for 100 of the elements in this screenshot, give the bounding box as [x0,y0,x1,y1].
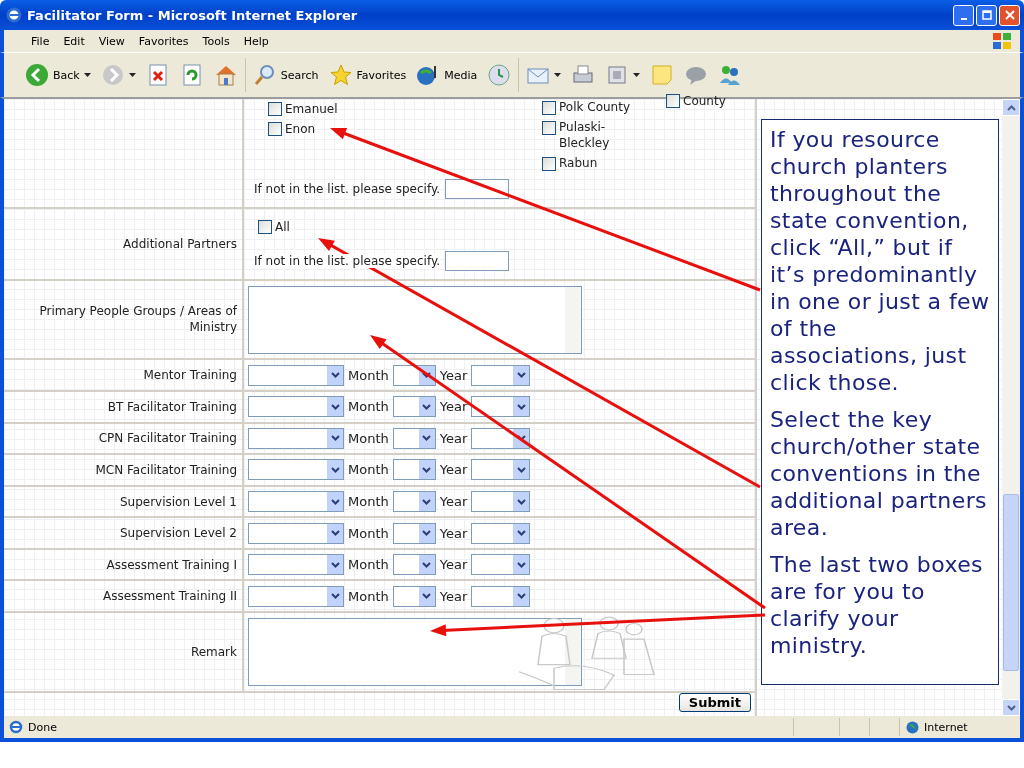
checkbox-label: Pulaski-Bleckley [559,119,611,151]
year-dropdown[interactable] [471,364,531,386]
checkbox-label: Polk County [559,99,631,115]
specify-label: If not in the list. please specify. [254,253,441,268]
forward-icon [100,63,125,87]
month-label: Month [348,430,389,446]
dropdown[interactable] [248,554,344,576]
chevron-down-icon [516,403,526,410]
month-label: Month [348,588,389,604]
checkbox-label: Rabun [559,155,599,171]
year-dropdown[interactable] [471,522,531,544]
dropdown[interactable] [248,491,344,512]
year-dropdown[interactable] [471,554,531,576]
search-icon [252,63,277,87]
checkbox[interactable] [268,102,282,116]
scroll-up-button[interactable] [1002,99,1020,116]
dropdown[interactable] [248,522,344,544]
chevron-down-icon [422,561,432,568]
month-dropdown[interactable] [392,585,436,607]
back-button[interactable]: Back [22,61,94,89]
checkbox-label: Enon [285,121,316,137]
year-dropdown[interactable] [471,491,531,512]
dropdown[interactable] [248,585,344,607]
chevron-down-icon [330,435,340,442]
chevron-down-icon [330,561,340,568]
text-area[interactable] [248,618,582,687]
menu-item[interactable]: View [91,34,132,48]
month-label: Month [348,367,389,383]
zone-text: Internet [924,720,968,734]
field-label: Additional Partners [123,236,237,252]
menu-item[interactable]: File [24,34,57,48]
year-label: Year [439,399,468,415]
browser-icon [6,7,22,23]
dropdown[interactable] [248,459,344,481]
dropdown[interactable] [248,396,344,418]
dropdown[interactable] [248,364,344,386]
year-label: Year [439,494,468,509]
month-label: Month [348,462,389,478]
chevron-down-icon [516,466,526,473]
chevron-down-icon [330,403,340,410]
menu-item[interactable]: Edit [56,34,92,48]
favorites-button[interactable]: Favorites [325,61,410,89]
scroll-thumb[interactable] [1003,494,1019,671]
month-label: Month [348,494,389,509]
month-dropdown[interactable] [392,554,436,576]
minimize-button[interactable] [953,4,974,26]
field-label: BT Facilitator Training [107,398,237,415]
field-label: MCN Facilitator Training [95,461,237,478]
year-dropdown[interactable] [471,459,531,481]
menu-item[interactable]: Favorites [131,34,196,48]
back-icon [25,63,49,87]
menu-item[interactable]: Tools [195,34,237,48]
checkbox[interactable] [666,94,680,108]
text-area[interactable] [248,285,582,354]
year-dropdown[interactable] [471,396,531,418]
chevron-down-icon [516,435,526,442]
month-dropdown[interactable] [392,459,436,481]
checkbox-label: County [683,93,726,109]
month-label: Month [348,399,389,415]
field-label: Supervision Level 2 [119,525,237,542]
note-icon [650,63,675,87]
search-button[interactable]: Search [249,61,322,89]
callout-text: Select the key church/other state conventions in the additional partners area. [770,406,988,541]
chevron-down-icon [422,372,432,379]
month-dropdown[interactable] [392,396,436,418]
menu-item[interactable]: Help [236,34,276,48]
year-label: Year [439,462,468,478]
year-dropdown[interactable] [471,427,531,449]
field-label: Mentor Training [143,367,237,384]
media-button[interactable]: Media [413,61,481,89]
checkbox-label: All [275,219,290,236]
checkbox-label: Emanuel [285,101,338,117]
chevron-down-icon [330,498,340,505]
specify-label: If not in the list. please specify. [254,182,441,197]
month-dropdown[interactable] [392,522,436,544]
month-label: Month [348,525,389,541]
checkbox[interactable] [268,122,282,136]
month-dropdown[interactable] [392,491,436,512]
scroll-down-button[interactable] [1002,699,1020,716]
minimize-icon [960,18,967,20]
chevron-down-icon [516,372,526,379]
month-dropdown[interactable] [392,364,436,386]
checkbox[interactable] [258,220,272,235]
checkbox[interactable] [542,101,556,115]
checkbox[interactable] [542,157,556,171]
page-icon [9,720,23,734]
scrollbar[interactable] [1002,99,1020,716]
chevron-up-icon [1006,104,1016,111]
month-dropdown[interactable] [392,427,436,449]
checkbox[interactable] [542,121,556,135]
close-button[interactable] [999,4,1020,26]
year-dropdown[interactable] [471,585,531,607]
chevron-down-icon [330,593,340,600]
maximize-button[interactable] [976,4,997,26]
window-title: Facilitator Form - Microsoft Internet Explorer [27,7,359,23]
chevron-down-icon [422,403,432,410]
maximize-icon [981,10,992,20]
specify-input[interactable] [445,250,510,271]
year-label: Year [439,430,468,446]
dropdown[interactable] [248,427,344,449]
